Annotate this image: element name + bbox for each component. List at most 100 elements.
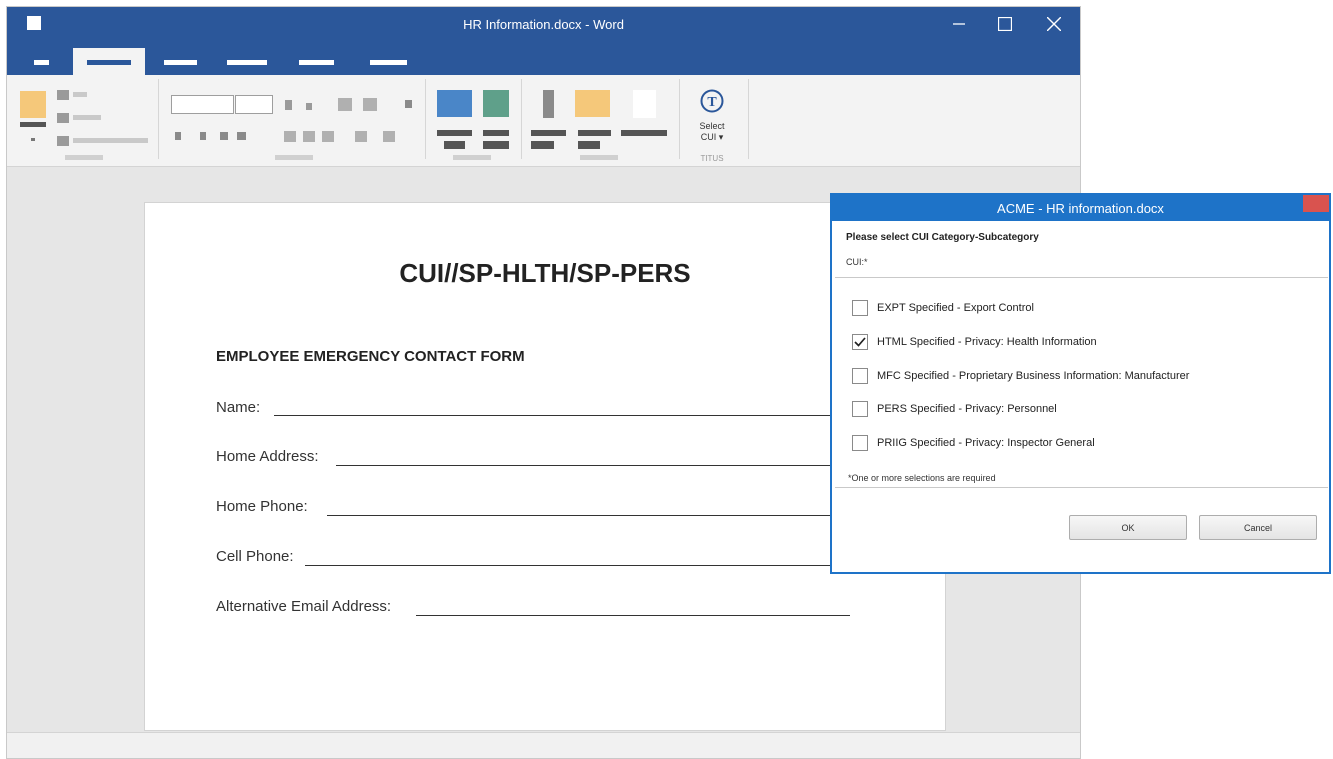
editing-group-label [580,155,618,160]
tab-file[interactable] [21,48,65,75]
format-painter-label [73,138,148,143]
tab-insert[interactable] [156,48,206,75]
dialog-title-bar: ACME - HR information.docx [832,195,1329,221]
outdent-icon[interactable] [383,131,395,142]
ribbon: T Select CUI ▾ TITUS [7,75,1080,167]
dialog-heading: Please select CUI Category-Subcategory [846,232,1039,243]
paste-button[interactable] [20,91,46,118]
find-button[interactable] [543,90,554,118]
shrink-font-icon[interactable] [306,103,312,110]
style-label-2 [483,130,509,136]
home-address-line[interactable] [336,465,850,466]
align-right-icon[interactable] [322,131,334,142]
titus-icon: T [700,89,724,113]
dialog-close-button[interactable] [1303,195,1329,212]
document-title: CUI//SP-HLTH/SP-PERS [399,258,691,288]
paste-dropdown[interactable] [20,122,46,127]
italic-icon[interactable] [200,132,206,140]
svg-text:T: T [707,95,717,110]
option-priig[interactable]: PRIIG Specified - Privacy: Inspector Gen… [852,433,1095,453]
name-label: Name: [216,399,261,416]
form-heading: EMPLOYEE EMERGENCY CONTACT FORM [216,348,525,365]
font-size-select[interactable] [235,95,273,114]
editing-label-1b [531,141,554,149]
option-mfc-label: MFC Specified - Proprietary Business Inf… [877,370,1190,382]
underline-icon[interactable] [220,132,228,140]
alt-email-line[interactable] [416,615,850,616]
option-pers-checkbox[interactable] [852,401,868,417]
option-priig-label: PRIIG Specified - Privacy: Inspector Gen… [877,437,1095,449]
cui-options-list: EXPT Specified - Export Control HTML Spe… [835,277,1328,488]
option-html[interactable]: HTML Specified - Privacy: Health Informa… [852,332,1097,352]
bullets-icon[interactable] [338,98,352,111]
copy-button[interactable] [57,113,69,123]
option-mfc-checkbox[interactable] [852,368,868,384]
option-pers-label: PERS Specified - Privacy: Personnel [877,403,1057,415]
home-phone-line[interactable] [327,515,850,516]
name-line[interactable] [274,415,850,416]
window-title: HR Information.docx - Word [463,17,624,32]
home-address-label: Home Address: [216,448,319,465]
cut-button[interactable] [57,90,69,100]
tab-design[interactable] [219,48,274,75]
minimize-button[interactable] [936,7,982,41]
option-mfc[interactable]: MFC Specified - Proprietary Business Inf… [852,366,1189,386]
tab-layout[interactable] [291,48,343,75]
select-button[interactable] [633,90,656,118]
align-center-icon[interactable] [303,131,315,142]
close-icon [1047,17,1061,31]
home-phone-label: Home Phone: [216,498,308,515]
maximize-button[interactable] [982,7,1028,41]
grow-font-icon[interactable] [285,100,292,110]
bold-icon[interactable] [175,132,181,140]
close-button[interactable] [1031,7,1077,41]
cui-label: CUI:* [846,257,868,267]
style-label-1 [437,130,472,136]
option-expt[interactable]: EXPT Specified - Export Control [852,298,1034,318]
editing-label-2b [578,141,600,149]
editing-label-1 [531,130,566,136]
style-label-1b [444,141,465,149]
maximize-icon [998,17,1012,31]
minimize-icon [953,23,965,25]
highlight-icon[interactable] [237,132,246,140]
font-name-select[interactable] [171,95,234,114]
replace-button[interactable] [575,90,610,117]
select-cui-label-line2: CUI ▾ [700,132,724,142]
option-html-checkbox[interactable] [852,334,868,350]
select-cui-button[interactable]: T Select CUI ▾ [694,89,730,145]
clipboard-group-label [65,155,103,160]
titus-group-label: TITUS [700,154,724,163]
style-swatch-green[interactable] [483,90,509,117]
dialog-title: ACME - HR information.docx [997,201,1164,216]
select-cui-label-line1: Select [699,121,725,131]
show-marks-icon[interactable] [405,100,412,108]
cell-phone-label: Cell Phone: [216,548,294,565]
indent-icon[interactable] [355,131,367,142]
separator [748,79,749,159]
alt-email-label: Alternative Email Address: [216,598,392,615]
style-label-2b [483,141,509,149]
format-painter-button[interactable] [57,136,69,146]
styles-group-label [453,155,491,160]
tab-references[interactable] [362,48,416,75]
style-swatch-blue[interactable] [437,90,472,117]
chevron-down-icon [31,138,35,141]
document-page[interactable]: CUI//SP-HLTH/SP-PERS EMPLOYEE EMERGENCY … [144,202,946,731]
separator [679,79,680,159]
option-pers[interactable]: PERS Specified - Privacy: Personnel [852,399,1057,419]
cut-label [73,92,87,97]
ok-button[interactable]: OK [1069,515,1187,540]
option-expt-label: EXPT Specified - Export Control [877,302,1034,314]
cui-dialog: ACME - HR information.docx Please select… [830,193,1331,574]
cell-phone-line[interactable] [305,565,850,566]
option-expt-checkbox[interactable] [852,300,868,316]
cancel-button[interactable]: Cancel [1199,515,1317,540]
separator [521,79,522,159]
separator [158,79,159,159]
option-priig-checkbox[interactable] [852,435,868,451]
tab-home[interactable] [73,48,145,75]
numbering-icon[interactable] [363,98,377,111]
align-left-icon[interactable] [284,131,296,142]
option-html-label: HTML Specified - Privacy: Health Informa… [877,336,1097,348]
